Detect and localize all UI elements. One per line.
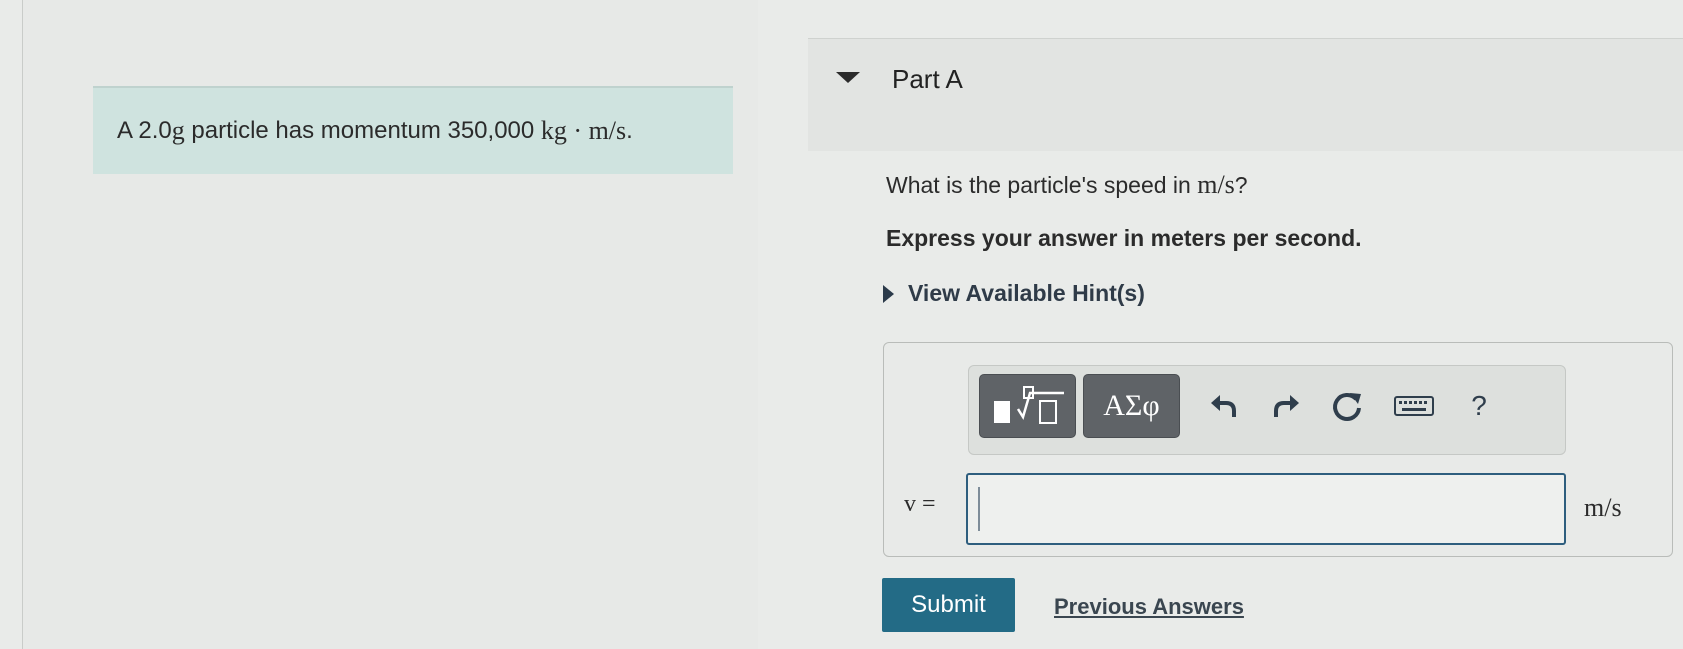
- keyboard-icon: [1394, 396, 1434, 416]
- question-suffix: ?: [1234, 172, 1248, 198]
- reset-icon: [1333, 393, 1361, 421]
- math-toolbar: ΑΣφ ?: [968, 365, 1566, 455]
- answer-instruction: Express your answer in meters per second…: [886, 225, 1362, 251]
- undo-button[interactable]: [1205, 388, 1245, 424]
- text-cursor: [978, 487, 980, 531]
- momentum-unit: kg · m/s: [540, 116, 627, 145]
- templates-button[interactable]: [979, 374, 1076, 438]
- reset-button[interactable]: [1327, 388, 1367, 424]
- mass-unit: g: [171, 116, 185, 145]
- templates-icon: [993, 386, 1064, 424]
- question-prefix: What is the particle's speed in: [886, 172, 1198, 198]
- answer-area: ΑΣφ ? v = m/s: [883, 342, 1673, 557]
- help-icon[interactable]: ?: [1459, 388, 1499, 424]
- answer-unit: m/s: [1584, 493, 1622, 522]
- variable-label: v =: [904, 491, 936, 517]
- problem-panel: A 2.0 g particle has momentum 350,000 kg…: [22, 0, 759, 649]
- problem-text-prefix: A 2.0: [117, 117, 172, 144]
- answer-input[interactable]: [966, 473, 1566, 545]
- problem-statement: A 2.0 g particle has momentum 350,000 kg…: [93, 86, 733, 174]
- problem-text-middle: particle has momentum 350,000: [184, 117, 541, 144]
- view-hints-toggle[interactable]: View Available Hint(s): [883, 280, 1145, 307]
- redo-icon: [1274, 395, 1299, 417]
- undo-icon: [1211, 395, 1236, 417]
- part-title: Part A: [892, 64, 963, 94]
- problem-text-suffix: .: [626, 117, 633, 144]
- view-hints-label: View Available Hint(s): [908, 280, 1145, 306]
- question-text: What is the particle's speed in m/s?: [886, 170, 1248, 200]
- collapse-part-icon[interactable]: [836, 72, 860, 83]
- part-panel: Part A What is the particle's speed in m…: [758, 0, 1683, 649]
- submit-button[interactable]: Submit: [882, 578, 1015, 632]
- redo-button[interactable]: [1265, 388, 1305, 424]
- previous-answers-link[interactable]: Previous Answers: [1054, 594, 1244, 620]
- greek-symbols-button[interactable]: ΑΣφ: [1083, 374, 1180, 438]
- expand-arrow-icon: [883, 284, 894, 303]
- question-unit: m/s: [1197, 170, 1235, 199]
- keyboard-shortcuts-button[interactable]: [1391, 388, 1437, 424]
